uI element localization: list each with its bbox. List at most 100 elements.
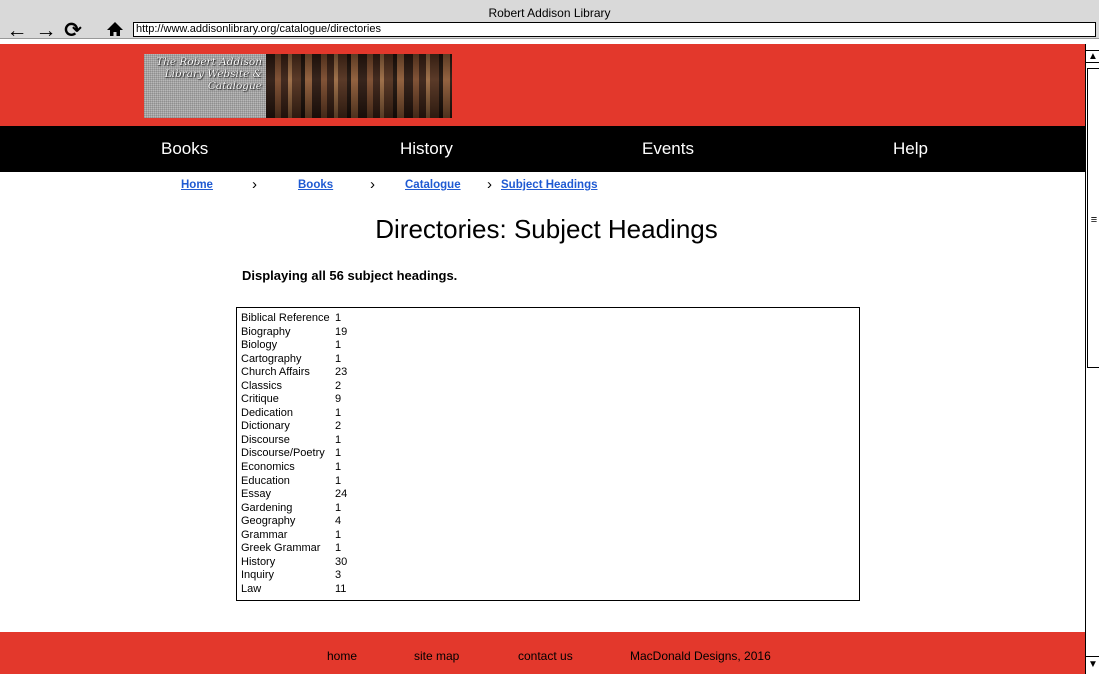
breadcrumb-subject-headings[interactable]: Subject Headings — [501, 179, 598, 191]
nav-item-help[interactable]: Help — [893, 139, 928, 159]
subject-heading-name: Economics — [241, 461, 295, 474]
subject-heading-count: 30 — [335, 555, 348, 568]
list-item[interactable]: Critique 9 — [241, 393, 859, 407]
list-item[interactable]: Gardening 1 — [241, 502, 859, 516]
list-item[interactable]: Biology 1 — [241, 339, 859, 353]
subject-heading-name: Inquiry — [241, 569, 275, 582]
subject-heading-count: 9 — [335, 393, 342, 406]
list-item[interactable]: Biography 19 — [241, 326, 859, 340]
list-item[interactable]: Economics 1 — [241, 461, 859, 475]
subject-heading-name: History — [241, 555, 276, 568]
subject-heading-count: 1 — [335, 474, 342, 487]
window-title: Robert Addison Library — [488, 6, 611, 20]
web-page: The Robert Addison Library Website & Cat… — [0, 44, 1085, 674]
subject-heading-count: 24 — [335, 488, 348, 501]
list-item[interactable]: History 30 — [241, 556, 859, 570]
logo-books-image — [266, 54, 452, 118]
list-item[interactable]: Law 11 — [241, 583, 859, 597]
list-item[interactable]: Dictionary 2 — [241, 420, 859, 434]
breadcrumb-home[interactable]: Home — [181, 179, 213, 191]
list-item[interactable]: Classics 2 — [241, 380, 859, 394]
subject-heading-count: 1 — [335, 501, 342, 514]
list-item[interactable]: Greek Grammar 1 — [241, 542, 859, 556]
list-item[interactable]: Education 1 — [241, 475, 859, 489]
site-header: The Robert Addison Library Website & Cat… — [0, 44, 1085, 126]
subject-heading-count: 3 — [335, 569, 342, 582]
subject-headings-list[interactable]: Biblical Reference 1 Biography 19 Biology 1 Ca… — [236, 307, 860, 601]
subject-heading-name: Greek Grammar — [241, 542, 321, 555]
subject-heading-name: Critique — [241, 393, 279, 406]
subject-heading-count: 1 — [335, 447, 342, 460]
page-title: Directories: Subject Headings — [375, 214, 718, 244]
footer-link-home[interactable]: home — [327, 649, 357, 663]
nav-item-events[interactable]: Events — [642, 139, 694, 159]
site-logo[interactable]: The Robert Addison Library Website & Cat… — [144, 54, 452, 118]
chevron-right-icon: › — [252, 176, 257, 193]
list-item[interactable]: Biblical Reference 1 — [241, 312, 859, 326]
subject-heading-name: Dictionary — [241, 420, 290, 433]
nav-item-books[interactable]: Books — [161, 139, 208, 159]
chevron-right-icon: › — [370, 176, 375, 193]
subject-heading-count: 23 — [335, 366, 348, 379]
chevron-right-icon: › — [487, 176, 492, 193]
subject-heading-name: Grammar — [241, 528, 288, 541]
subject-heading-count: 1 — [335, 352, 342, 365]
subject-heading-name: Essay — [241, 488, 271, 501]
subject-heading-count: 1 — [335, 433, 342, 446]
subject-heading-count: 1 — [335, 406, 342, 419]
home-icon[interactable] — [104, 19, 126, 39]
list-item[interactable]: Inquiry 3 — [241, 569, 859, 583]
subject-heading-name: Law — [241, 582, 262, 595]
list-item[interactable]: Discourse/Poetry 1 — [241, 447, 859, 461]
footer-link-site-map[interactable]: site map — [414, 649, 459, 663]
list-item[interactable]: Church Affairs 23 — [241, 366, 859, 380]
breadcrumb-catalogue[interactable]: Catalogue — [405, 179, 461, 191]
main-nav: Books History Events Help — [0, 126, 1085, 172]
list-item[interactable]: Grammar 1 — [241, 529, 859, 543]
subject-heading-count: 1 — [335, 528, 342, 541]
vertical-scrollbar[interactable]: ▲ ≡ ▼ — [1085, 44, 1099, 674]
subject-heading-count: 2 — [335, 379, 342, 392]
scroll-up-arrow-icon[interactable]: ▲ — [1086, 50, 1099, 63]
subject-heading-count: 11 — [335, 582, 347, 595]
subject-heading-name: Classics — [241, 379, 282, 392]
forward-arrow-icon[interactable]: → — [35, 20, 57, 41]
subject-heading-name: Gardening — [241, 501, 293, 514]
subject-heading-name: Discourse/Poetry — [241, 447, 325, 460]
subject-heading-count: 1 — [335, 461, 342, 474]
subject-heading-count: 19 — [335, 325, 348, 338]
subject-heading-name: Biology — [241, 339, 278, 352]
list-item[interactable]: Dedication 1 — [241, 407, 859, 421]
subject-heading-name: Biography — [241, 325, 291, 338]
breadcrumb-books[interactable]: Books — [298, 179, 333, 191]
list-item[interactable]: Discourse 1 — [241, 434, 859, 448]
subject-heading-count: 1 — [335, 542, 342, 555]
scroll-down-arrow-icon[interactable]: ▼ — [1086, 656, 1099, 672]
subject-heading-name: Geography — [241, 515, 296, 528]
back-arrow-icon[interactable]: ← — [6, 20, 28, 41]
footer-credit: MacDonald Designs, 2016 — [630, 649, 771, 663]
subject-heading-count: 2 — [335, 420, 342, 433]
subject-heading-name: Discourse — [241, 433, 290, 446]
heading-count-text: Displaying all 56 subject headings. — [242, 268, 458, 283]
logo-text-panel: The Robert Addison Library Website & Cat… — [144, 54, 266, 118]
subject-heading-name: Biblical Reference — [241, 312, 330, 324]
list-item[interactable]: Essay 24 — [241, 488, 859, 502]
browser-toolbar: Robert Addison Library ← → ⟳ http://www.… — [0, 0, 1099, 41]
subject-heading-name: Cartography — [241, 352, 302, 365]
logo-text: The Robert Addison Library Website & Cat… — [156, 56, 262, 92]
list-item[interactable]: Cartography 1 — [241, 353, 859, 367]
footer-link-contact-us[interactable]: contact us — [518, 649, 573, 663]
subject-heading-name: Dedication — [241, 406, 293, 419]
site-footer: home site map contact us MacDonald Desig… — [0, 632, 1085, 674]
subject-heading-count: 1 — [335, 339, 342, 352]
subject-heading-count: 4 — [335, 515, 342, 528]
subject-heading-name: Education — [241, 474, 290, 487]
reload-icon[interactable]: ⟳ — [62, 20, 84, 41]
breadcrumb: Home › Books › Catalogue › Subject Headi… — [0, 172, 1085, 198]
list-item[interactable]: Geography 4 — [241, 515, 859, 529]
subject-heading-name: Church Affairs — [241, 366, 310, 379]
address-bar[interactable]: http://www.addisonlibrary.org/catalogue/… — [133, 22, 1096, 37]
subject-heading-count: 1 — [335, 312, 342, 324]
nav-item-history[interactable]: History — [400, 139, 453, 159]
